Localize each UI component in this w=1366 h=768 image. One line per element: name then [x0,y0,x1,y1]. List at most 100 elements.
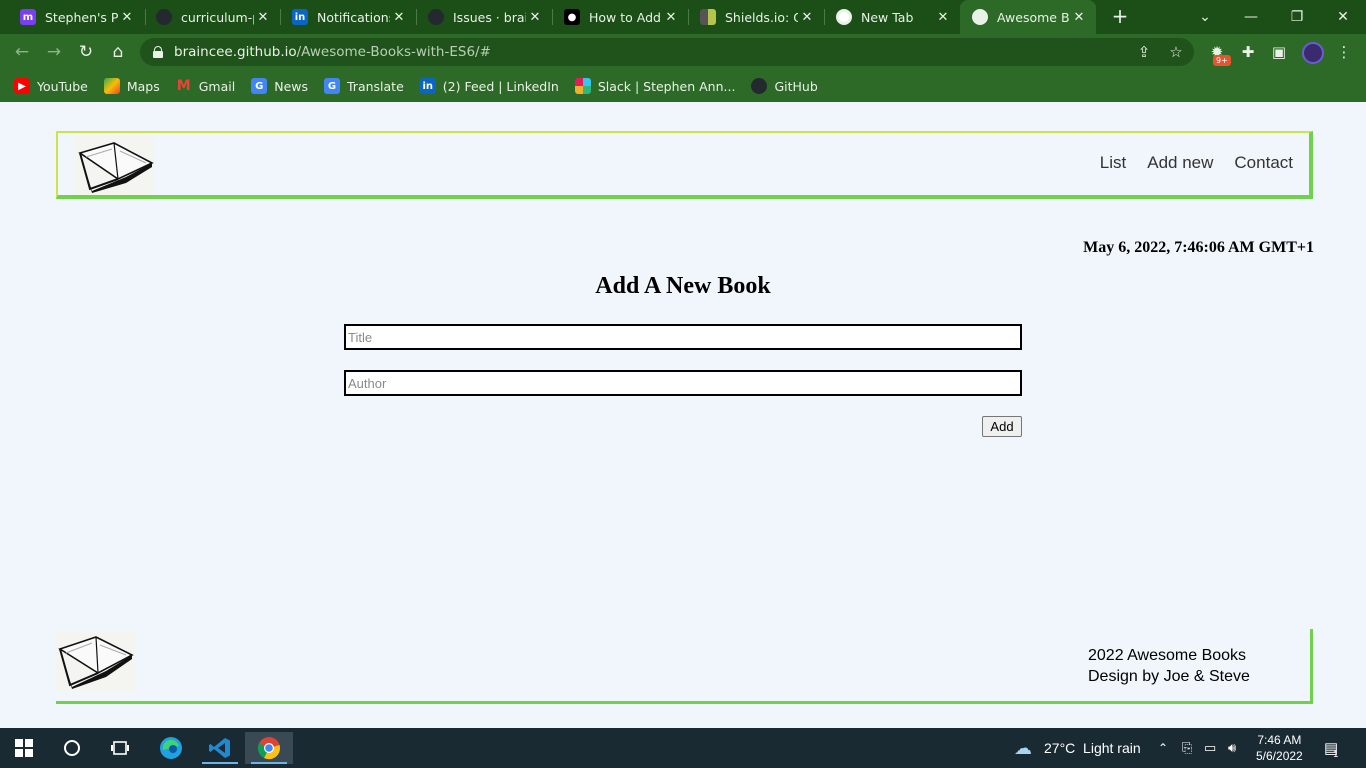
extension-badge: 9+ [1213,55,1231,66]
meet-now-icon[interactable]: ⎘ [1182,728,1192,768]
clock-date: 5/6/2022 [1256,749,1303,763]
extensions-puzzle-icon[interactable]: ✚ [1236,40,1260,64]
home-icon[interactable]: ⌂ [106,40,130,64]
vscode-icon[interactable] [196,732,244,764]
nav-link-list[interactable]: List [1100,153,1126,173]
close-icon[interactable]: ✕ [1070,10,1088,25]
close-window-button[interactable]: ✕ [1320,0,1366,34]
tab-label: Awesome Boo [997,9,1070,25]
weather-widget[interactable]: ☁ 27°C Light rain [1014,728,1141,768]
title-input[interactable] [344,324,1022,350]
footer-copyright: 2022 Awesome Books [1088,647,1247,664]
news-icon: G [251,78,268,94]
show-hidden-icons[interactable]: ⌃ [1158,728,1168,768]
close-icon[interactable]: ✕ [118,10,136,25]
forward-icon[interactable]: → [42,40,66,64]
bookmark-news[interactable]: G News [251,78,308,94]
tab-strip: m Stephen's Pro ✕ curriculum-pr ✕ in Not… [0,0,1366,34]
browser-toolbar: ← → ↻ ⌂ braincee.github.io/Awesome-Books… [0,34,1366,70]
current-datetime: May 6, 2022, 7:46:06 AM GMT+1 [1083,239,1314,256]
close-icon[interactable]: ✕ [254,10,272,25]
minimize-button[interactable]: — [1228,0,1274,34]
cloud-rain-icon: ☁ [1014,737,1032,758]
bookmark-maps[interactable]: Maps [103,78,160,94]
share-icon[interactable]: ⇪ [1134,42,1154,62]
page-body: List Add new Contact May 6, 2022, 7:46:0… [0,102,1366,728]
browser-tab[interactable]: Shields.io: Qu ✕ [688,0,824,34]
linkedin-icon: in [419,78,436,94]
lock-icon[interactable] [153,46,163,58]
footer-credit: Design by Joe & Steve [1088,668,1250,685]
book-logo-icon [56,631,136,691]
edge-icon[interactable] [147,732,195,764]
browser-tab[interactable]: curriculum-pr ✕ [144,0,280,34]
menu-kebab-icon[interactable]: ⋮ [1332,40,1356,64]
back-icon[interactable]: ← [10,40,34,64]
slack-icon [574,78,591,94]
bookmark-slack[interactable]: Slack | Stephen Ann... [574,78,735,94]
medium-icon: ● [564,9,580,25]
notification-center-icon[interactable]: ▤ 1 [1324,728,1338,768]
system-clock[interactable]: 7:46 AM 5/6/2022 [1256,732,1303,764]
close-icon[interactable]: ✕ [526,10,544,25]
avatar[interactable] [1302,42,1324,64]
chrome-icon [836,9,852,25]
bookmark-translate[interactable]: G Translate [324,78,404,94]
close-icon[interactable]: ✕ [798,10,816,25]
close-icon[interactable]: ✕ [662,10,680,25]
restore-button[interactable]: ❐ [1274,0,1320,34]
new-tab-button[interactable]: + [1108,5,1132,29]
add-book-button[interactable]: Add [982,416,1022,437]
weather-text: 27°C Light rain [1044,740,1141,756]
browser-tab-active[interactable]: Awesome Boo ✕ [960,0,1096,34]
bookmarks-bar: ▶ YouTube Maps M Gmail G News G Translate in… [0,70,1366,102]
translate-icon: G [324,78,340,94]
tab-label: Shields.io: Qu [725,9,798,25]
chrome-taskbar-icon[interactable] [245,732,293,764]
tab-label: How to Add B [589,9,662,25]
tab-label: Stephen's Pro [45,9,118,25]
task-view-icon[interactable] [96,732,144,764]
tab-label: Notifications [317,9,390,25]
linkedin-icon: in [292,9,308,25]
bookmark-star-icon[interactable]: ☆ [1166,42,1186,62]
search-icon[interactable] [48,732,96,764]
site-footer: 2022 Awesome Books Design by Joe & Steve [56,629,1313,704]
shields-icon [700,9,716,25]
windows-start-icon[interactable] [0,732,48,764]
browser-tab[interactable]: New Tab ✕ [824,0,960,34]
author-input[interactable] [344,370,1022,396]
nav-link-contact[interactable]: Contact [1234,153,1293,173]
side-panel-icon[interactable]: ▣ [1267,40,1291,64]
globe-icon [972,9,988,25]
youtube-icon: ▶ [14,78,30,94]
nav-link-add-new[interactable]: Add new [1147,153,1213,173]
bookmark-github[interactable]: GitHub [751,78,818,94]
tab-label: Issues · brainc [453,9,526,25]
notification-count: 1 [1333,749,1339,759]
reload-icon[interactable]: ↻ [74,40,98,64]
close-icon[interactable]: ✕ [390,10,408,25]
browser-tab[interactable]: m Stephen's Pro ✕ [8,0,144,34]
bookmark-youtube[interactable]: ▶ YouTube [14,78,88,94]
gmail-icon: M [176,78,191,94]
bookmark-linkedin[interactable]: in (2) Feed | LinkedIn [419,78,559,94]
clock-time: 7:46 AM [1257,733,1302,747]
browser-tab[interactable]: ● How to Add B ✕ [552,0,688,34]
tab-label: New Tab [861,9,914,25]
bookmark-gmail[interactable]: M Gmail [176,78,235,94]
tab-search-icon[interactable]: ⌄ [1182,0,1228,34]
book-logo-icon [74,135,154,195]
close-icon[interactable]: ✕ [934,10,952,25]
github-icon [428,9,444,25]
browser-tab[interactable]: Issues · brainc ✕ [416,0,552,34]
page-title: Add A New Book [595,273,771,299]
address-bar[interactable]: braincee.github.io/Awesome-Books-with-ES… [140,38,1194,66]
battery-icon[interactable]: ▭ [1204,728,1216,768]
github-icon [156,9,172,25]
url-text[interactable]: braincee.github.io/Awesome-Books-with-ES… [174,44,491,60]
site-header: List Add new Contact [56,131,1313,199]
volume-icon[interactable]: 🔊︎ [1228,728,1236,768]
main-nav: List Add new Contact [1100,153,1293,173]
browser-tab[interactable]: in Notifications ✕ [280,0,416,34]
